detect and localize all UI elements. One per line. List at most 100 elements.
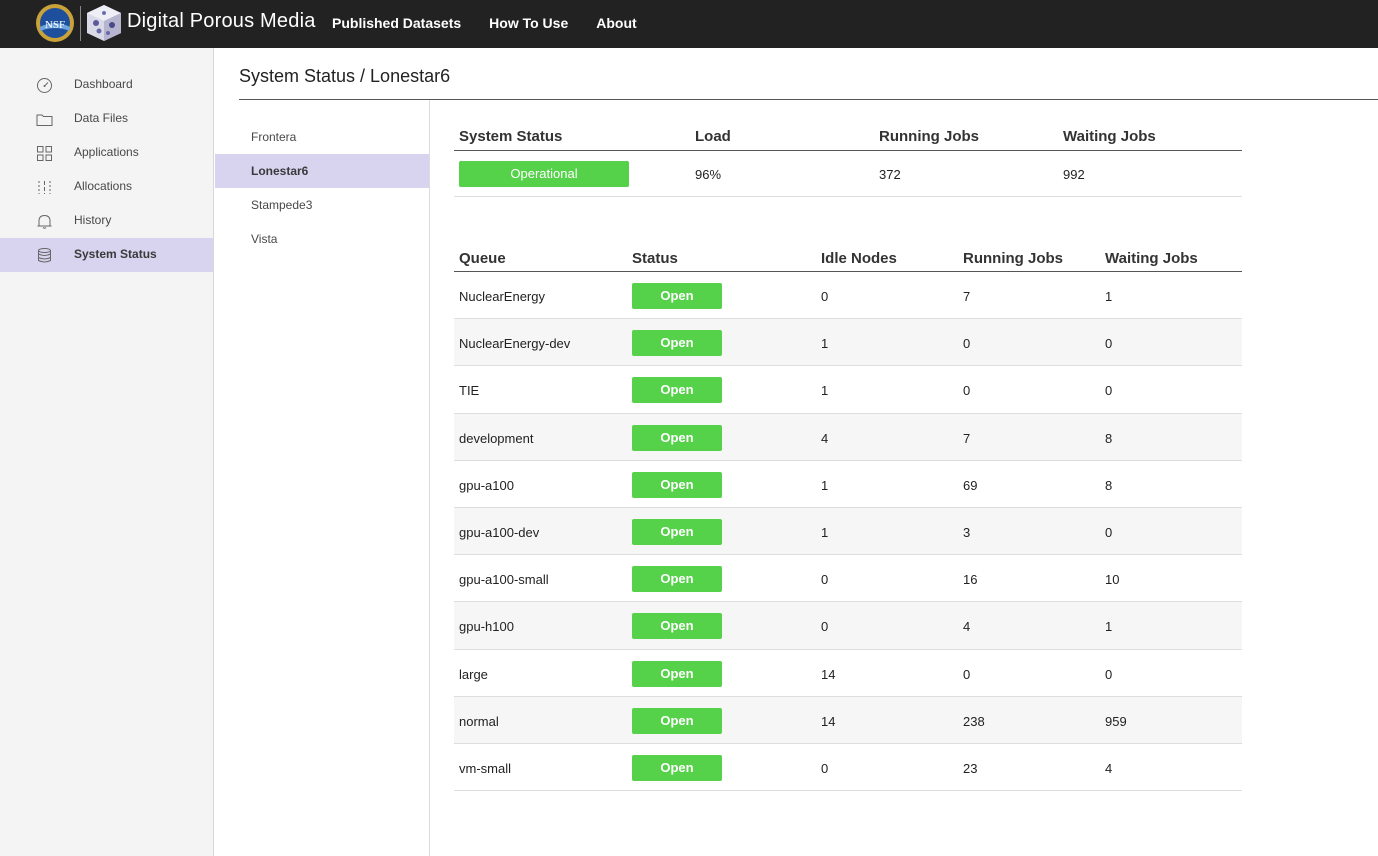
folder-icon xyxy=(36,114,53,126)
table-row: gpu-h100 Open 0 4 1 xyxy=(454,602,1242,650)
status-badge: Open xyxy=(632,424,722,451)
queue-name: gpu-a100-dev xyxy=(459,524,540,540)
waiting-jobs-value: 8 xyxy=(1105,477,1113,493)
idle-nodes-value: 0 xyxy=(821,289,829,304)
header-load: Load xyxy=(695,128,731,145)
queue-rows: NuclearEnergy Open 0 7 1 NuclearEnergy-dev Ope… xyxy=(454,272,1242,792)
header-idle-nodes: Idle Nodes xyxy=(821,250,897,267)
system-tab-label: Vista xyxy=(251,232,278,246)
table-row: NuclearEnergy Open 0 7 1 xyxy=(454,272,1242,320)
queue-name: large xyxy=(459,666,488,682)
queue-name: gpu-h100 xyxy=(459,619,514,635)
nav-about[interactable]: About xyxy=(596,15,636,31)
waiting-jobs-value: 992 xyxy=(1063,167,1085,182)
idle-nodes-value: 0 xyxy=(821,619,829,635)
idle-nodes-value: 0 xyxy=(821,572,829,588)
waiting-jobs-value: 0 xyxy=(1105,336,1113,352)
sidebar-item-dashboard[interactable]: Dashboard xyxy=(0,68,213,102)
header-status: Status xyxy=(632,250,678,267)
summary-header-row: System Status Load Running Jobs Waiting … xyxy=(454,124,1242,151)
sliders-icon xyxy=(38,181,51,194)
grid-icon xyxy=(37,146,52,161)
sidebar-item-applications[interactable]: Applications xyxy=(0,136,213,170)
system-tab-label: Frontera xyxy=(251,130,297,144)
sidebar-item-data-files[interactable]: Data Files xyxy=(0,102,213,136)
header-queue: Queue xyxy=(459,250,506,267)
system-tab-lonestar6[interactable]: Lonestar6 xyxy=(215,154,429,188)
sidebar-item-label: History xyxy=(74,213,112,227)
header-running-jobs: Running Jobs xyxy=(879,128,979,145)
queue-name: gpu-a100 xyxy=(459,477,514,493)
table-row: normal Open 14 238 959 xyxy=(454,696,1242,744)
running-jobs-value: 23 xyxy=(963,760,978,776)
system-tab-vista[interactable]: Vista xyxy=(215,222,429,256)
nav-how-to-use[interactable]: How To Use xyxy=(489,15,568,31)
table-row: gpu-a100-dev Open 1 3 0 xyxy=(454,507,1242,556)
running-jobs-value: 69 xyxy=(963,477,978,493)
waiting-jobs-value: 10 xyxy=(1105,572,1120,588)
table-row: development Open 4 7 8 xyxy=(454,413,1242,461)
running-jobs-value: 0 xyxy=(963,336,971,352)
porous-cube-logo-icon[interactable] xyxy=(84,3,124,43)
table-row: TIE Open 1 0 0 xyxy=(454,366,1242,414)
table-row: large Open 14 0 0 xyxy=(454,650,1242,697)
running-jobs-value: 0 xyxy=(963,666,971,682)
queue-header-row: Queue Status Idle Nodes Running Jobs Wai… xyxy=(454,246,1242,272)
summary-row: Operational 96% 372 992 xyxy=(454,151,1242,197)
running-jobs-value: 3 xyxy=(963,524,971,540)
status-badge: Open xyxy=(632,283,722,309)
status-badge: Open xyxy=(632,330,722,357)
system-tab-label: Lonestar6 xyxy=(251,164,309,178)
queue-name: normal xyxy=(459,713,499,729)
bell-icon xyxy=(37,214,52,229)
status-badge: Open xyxy=(632,660,722,687)
queue-name: development xyxy=(459,430,534,446)
sidebar-item-label: Allocations xyxy=(74,179,133,193)
status-badge: Operational xyxy=(459,161,629,187)
waiting-jobs-value: 959 xyxy=(1105,713,1127,729)
running-jobs-value: 4 xyxy=(963,619,971,635)
waiting-jobs-value: 0 xyxy=(1105,524,1113,540)
system-tab-stampede3[interactable]: Stampede3 xyxy=(215,188,429,222)
queue-name: gpu-a100-small xyxy=(459,572,549,588)
nav-published-datasets[interactable]: Published Datasets xyxy=(332,15,461,31)
waiting-jobs-value: 0 xyxy=(1105,666,1113,682)
table-row: gpu-a100-small Open 0 16 10 xyxy=(454,555,1242,603)
idle-nodes-value: 1 xyxy=(821,336,829,352)
table-row: NuclearEnergy-dev Open 1 0 0 xyxy=(454,319,1242,367)
database-icon xyxy=(38,248,51,263)
nsf-logo-icon[interactable]: NSF xyxy=(35,3,75,43)
queue-table: Queue Status Idle Nodes Running Jobs Wai… xyxy=(454,246,1242,792)
sidebar-item-allocations[interactable]: Allocations xyxy=(0,170,213,204)
top-navbar: NSF Digital Porous Media Published Datas… xyxy=(0,0,1378,48)
status-badge: Open xyxy=(632,707,722,734)
header-waiting-jobs: Waiting Jobs xyxy=(1105,250,1198,267)
sidebar-item-label: Data Files xyxy=(74,111,129,125)
idle-nodes-value: 1 xyxy=(821,477,829,493)
sidebar-item-system-status[interactable]: System Status xyxy=(0,238,213,272)
idle-nodes-value: 1 xyxy=(821,383,829,399)
idle-nodes-value: 1 xyxy=(821,524,829,540)
header-running-jobs: Running Jobs xyxy=(963,250,1063,267)
system-tab-label: Stampede3 xyxy=(251,198,313,212)
sidebar-item-label: System Status xyxy=(74,247,157,261)
nsf-logo-text: NSF xyxy=(45,19,65,31)
waiting-jobs-value: 1 xyxy=(1105,619,1113,635)
sidebar-item-label: Applications xyxy=(74,145,139,159)
running-jobs-value: 16 xyxy=(963,572,978,588)
header-waiting-jobs: Waiting Jobs xyxy=(1063,128,1156,145)
status-badge: Open xyxy=(632,754,722,781)
queue-name: NuclearEnergy xyxy=(459,289,545,304)
running-jobs-value: 238 xyxy=(963,713,985,729)
system-tab-frontera[interactable]: Frontera xyxy=(215,120,429,154)
logo-divider xyxy=(80,6,81,41)
idle-nodes-value: 14 xyxy=(821,713,836,729)
idle-nodes-value: 4 xyxy=(821,430,829,446)
page-title: System Status / Lonestar6 xyxy=(239,66,451,86)
sidebar-item-history[interactable]: History xyxy=(0,204,213,238)
running-jobs-value: 0 xyxy=(963,383,971,399)
brand-name[interactable]: Digital Porous Media xyxy=(127,10,316,33)
status-badge: Open xyxy=(632,518,722,545)
header-system-status: System Status xyxy=(459,128,563,145)
table-row: vm-small Open 0 23 4 xyxy=(454,744,1242,792)
